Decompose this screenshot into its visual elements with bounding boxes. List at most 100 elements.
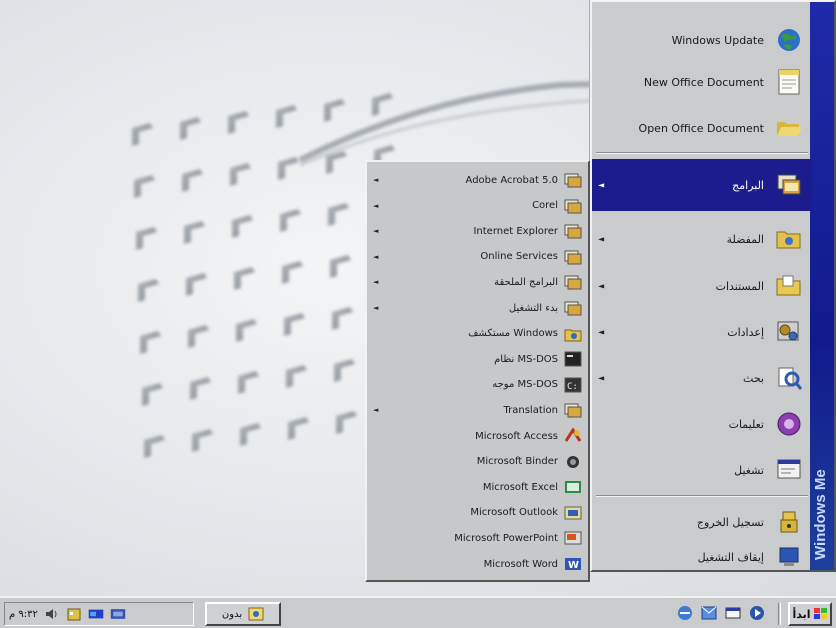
binder-icon <box>564 453 582 471</box>
menu-item-programs[interactable]: ◄ البرامج <box>592 159 812 211</box>
submenu-arrow-icon: ◄ <box>598 327 605 337</box>
wallpaper-tile <box>332 307 353 330</box>
programs-menu-item[interactable]: ◄ Internet Explorer <box>367 219 588 243</box>
menu-item-label: بحث <box>743 371 764 385</box>
menu-item-open-office-document[interactable]: Open Office Document <box>592 100 812 156</box>
programs-menu-item[interactable]: Microsoft PowerPoint <box>367 526 588 550</box>
wallpaper-tile <box>280 209 301 232</box>
windows-logo-icon <box>813 608 827 619</box>
menu-item-label: تعليمات <box>728 417 764 431</box>
new-document-icon <box>774 67 804 97</box>
programs-menu-item-label: Online Services <box>480 251 558 263</box>
outlook-icon <box>564 504 582 522</box>
submenu-arrow-icon: ◄ <box>373 252 379 261</box>
wallpaper-tile <box>140 331 161 354</box>
program-group-icon <box>564 248 582 266</box>
wallpaper-tile <box>328 203 349 226</box>
wallpaper-tile <box>134 175 155 198</box>
help-icon <box>774 409 804 439</box>
menu-item-label: New Office Document <box>643 75 764 89</box>
start-button-label: ابدأ <box>792 607 811 621</box>
menu-separator <box>596 495 808 497</box>
programs-menu-item[interactable]: Microsoft Excel <box>367 475 588 499</box>
submenu-arrow-icon: ◄ <box>373 304 379 312</box>
internet-explorer-icon[interactable] <box>676 604 694 622</box>
wallpaper-tile <box>278 157 299 180</box>
start-menu-banner: Windows Me <box>810 2 834 570</box>
programs-menu-item[interactable]: ◄ Online Services <box>367 245 588 269</box>
start-button[interactable]: ابدأ <box>788 602 832 626</box>
word-icon: W <box>564 555 582 573</box>
system-tray: ٩:٣٢ م <box>4 602 194 626</box>
shutdown-icon <box>774 542 804 572</box>
programs-menu-item[interactable]: ◄ Adobe Acrobat 5.0 <box>367 168 588 192</box>
logoff-icon <box>774 507 804 537</box>
wallpaper-tile <box>136 227 157 250</box>
wallpaper-tile <box>240 423 261 446</box>
programs-menu-item[interactable]: موجه MS-DOS C: <box>367 373 588 397</box>
menu-item-logoff[interactable]: تسجيل الخروج <box>592 500 812 544</box>
taskbar-divider <box>778 603 781 625</box>
wallpaper-tile <box>330 255 351 278</box>
programs-menu-item-label: Microsoft Word <box>483 558 558 570</box>
menu-item-label: إيقاف التشغيل <box>697 550 764 564</box>
scheduler-icon[interactable] <box>66 606 82 622</box>
wallpaper-tile <box>288 417 309 440</box>
wallpaper-tile <box>142 383 163 406</box>
favorites-folder-icon <box>774 224 804 254</box>
submenu-arrow-icon: ◄ <box>373 406 379 415</box>
wallpaper-tile <box>336 411 357 434</box>
menu-item-label: المفضلة <box>726 232 764 246</box>
programs-menu-item[interactable]: ◄ البرامج الملحقة <box>367 270 588 294</box>
wallpaper-tile <box>132 123 153 146</box>
wallpaper-tile <box>192 429 213 452</box>
submenu-arrow-icon: ◄ <box>598 180 605 190</box>
programs-menu-item[interactable]: ◄ بدء التشغيل <box>367 296 588 320</box>
search-icon <box>774 363 804 393</box>
programs-menu-item[interactable]: ◄ Corel <box>367 194 588 218</box>
programs-menu-item-label: بدء التشغيل <box>508 302 558 314</box>
keyboard-language-icon[interactable] <box>88 606 104 622</box>
menu-item-label: المستندات <box>715 279 764 293</box>
program-group-icon <box>564 171 582 189</box>
show-desktop-icon[interactable] <box>724 604 742 622</box>
wallpaper-tile <box>232 215 253 238</box>
programs-menu-item-label: مستكشف Windows <box>468 328 558 340</box>
programs-menu-item[interactable]: Microsoft Word W <box>367 552 588 576</box>
programs-menu-item[interactable]: ◄ Translation <box>367 398 588 422</box>
explorer-icon <box>564 325 582 343</box>
programs-menu-item[interactable]: Microsoft Binder <box>367 450 588 474</box>
outlook-express-icon[interactable] <box>700 604 718 622</box>
taskbar-window-button[interactable]: بدون <box>205 602 281 626</box>
menu-item-label: إعدادات <box>727 325 764 339</box>
programs-menu-item-label: Corel <box>532 200 558 212</box>
programs-menu-item[interactable]: مستكشف Windows <box>367 322 588 346</box>
submenu-arrow-icon: ◄ <box>598 373 605 383</box>
programs-menu-item[interactable]: Microsoft Access <box>367 424 588 448</box>
start-menu: Windows Me Windows Update New Office Doc… <box>590 0 836 572</box>
menu-item-run[interactable]: تشغيل <box>592 442 812 498</box>
globe-icon <box>774 25 804 55</box>
volume-icon[interactable] <box>44 606 60 622</box>
submenu-arrow-icon: ◄ <box>598 281 605 291</box>
svg-text:C:: C: <box>567 382 578 392</box>
programs-menu-item[interactable]: Microsoft Outlook <box>367 501 588 525</box>
wallpaper-tile <box>334 359 355 382</box>
wallpaper-tile <box>284 313 305 336</box>
menu-item-shutdown[interactable]: إيقاف التشغيل <box>592 542 812 572</box>
media-player-icon[interactable] <box>748 604 766 622</box>
menu-item-label: تشغيل <box>734 463 764 477</box>
programs-menu-item-label: موجه MS-DOS <box>492 379 558 391</box>
quick-launch-toolbar <box>676 604 766 622</box>
programs-menu-item[interactable]: نظام MS-DOS <box>367 347 588 371</box>
menu-item-label: تسجيل الخروج <box>696 515 764 529</box>
powerpoint-icon <box>564 529 582 547</box>
menu-item-label: البرامج <box>732 178 764 192</box>
wallpaper-tile <box>230 163 251 186</box>
network-icon[interactable] <box>110 606 126 622</box>
wallpaper-tile <box>286 365 307 388</box>
wallpaper-tile <box>372 93 393 116</box>
window-icon <box>248 606 264 622</box>
taskbar: ٩:٣٢ م بدون ابدأ <box>0 596 836 628</box>
wallpaper-tile <box>182 169 203 192</box>
